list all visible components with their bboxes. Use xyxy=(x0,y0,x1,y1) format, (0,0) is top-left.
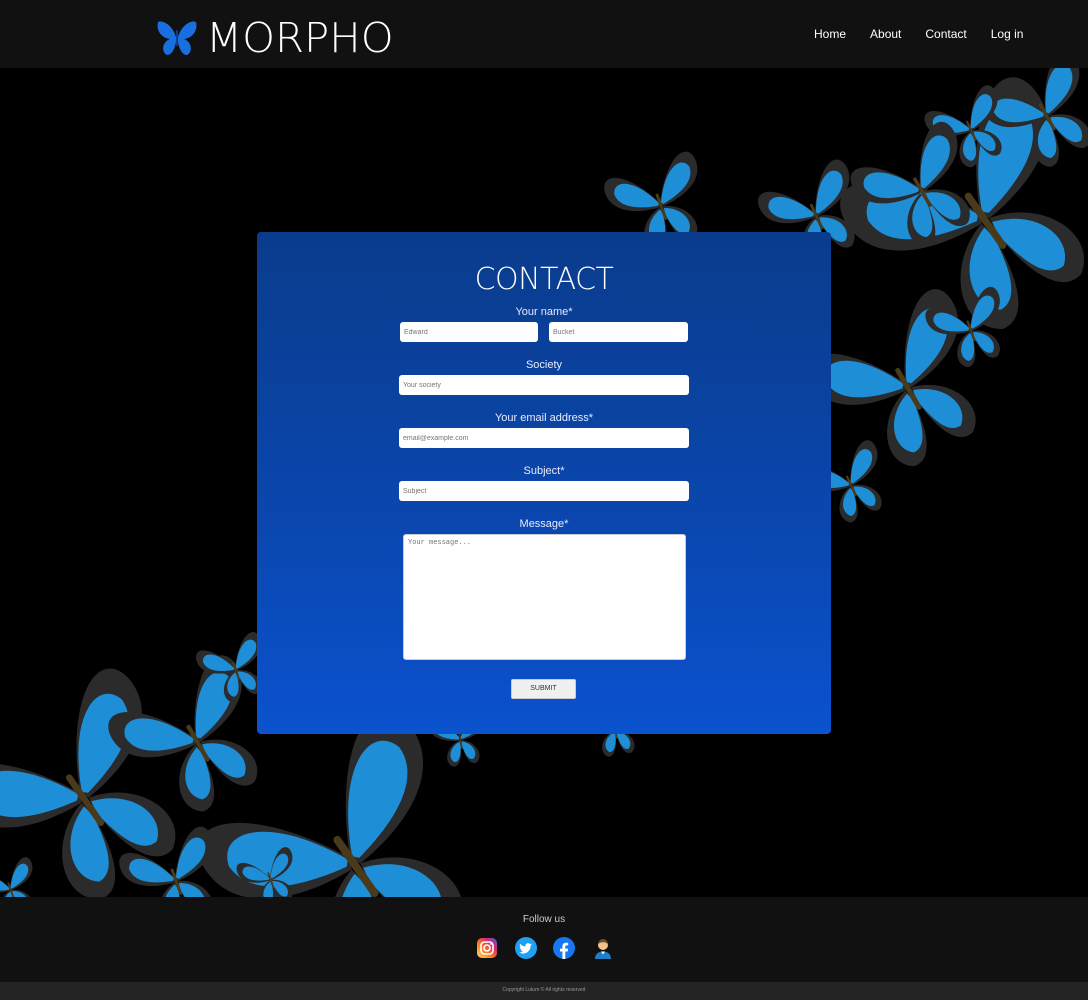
nav-about[interactable]: About xyxy=(870,27,901,41)
message-textarea[interactable] xyxy=(403,534,686,660)
facebook-icon[interactable] xyxy=(553,937,575,959)
submit-button[interactable]: SUBMIT xyxy=(511,679,576,699)
instagram-icon[interactable] xyxy=(476,937,498,959)
brand-name: MORPHO xyxy=(206,14,394,62)
first-name-input[interactable] xyxy=(400,322,538,342)
nav-contact[interactable]: Contact xyxy=(925,27,966,41)
subject-input[interactable] xyxy=(399,481,689,501)
copyright-text: Copyright Lutum © All rights reserved xyxy=(502,987,586,993)
society-input[interactable] xyxy=(399,375,689,395)
twitter-icon[interactable] xyxy=(514,937,537,959)
nav-login[interactable]: Log in xyxy=(991,27,1024,41)
butterfly-logo-icon xyxy=(157,21,197,56)
last-name-input[interactable] xyxy=(549,322,688,342)
name-label: Your name* xyxy=(515,306,573,318)
contact-panel: CONTACT Your name* Society Your email ad… xyxy=(257,232,831,734)
contact-title: CONTACT xyxy=(474,262,614,297)
brand-logo[interactable]: MORPHO xyxy=(156,14,394,62)
social-links xyxy=(476,937,614,959)
message-label: Message* xyxy=(519,518,569,530)
nav-home[interactable]: Home xyxy=(814,27,846,41)
main-nav: Home About Contact Log in xyxy=(814,27,1023,41)
follow-us-label: Follow us xyxy=(522,914,566,925)
email-label: Your email address* xyxy=(494,412,594,424)
society-label: Society xyxy=(525,359,563,371)
copyright-bar: Copyright Lutum © All rights reserved xyxy=(0,982,1088,1000)
site-footer: Follow us xyxy=(0,897,1088,982)
site-header: MORPHO Home About Contact Log in xyxy=(0,0,1088,68)
subject-label: Subject* xyxy=(523,465,565,477)
profile-icon[interactable] xyxy=(592,937,614,959)
email-input[interactable] xyxy=(399,428,689,448)
